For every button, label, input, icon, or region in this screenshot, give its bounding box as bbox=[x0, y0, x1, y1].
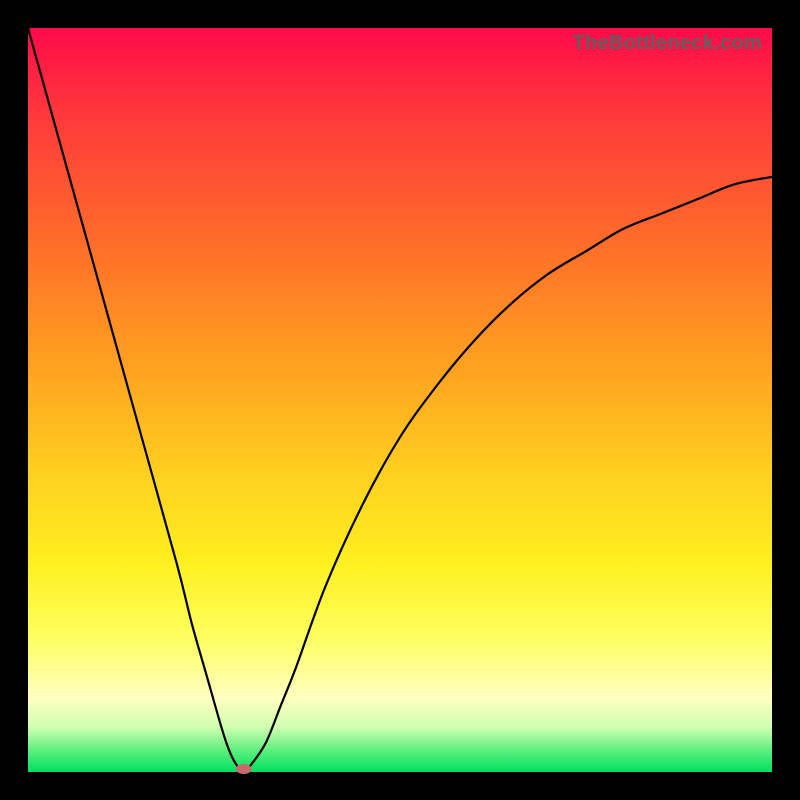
bottleneck-curve bbox=[28, 28, 772, 772]
minimum-marker bbox=[236, 764, 252, 774]
plot-area: TheBottleneck.com bbox=[28, 28, 772, 772]
chart-frame: TheBottleneck.com bbox=[0, 0, 800, 800]
chart-svg bbox=[28, 28, 772, 772]
